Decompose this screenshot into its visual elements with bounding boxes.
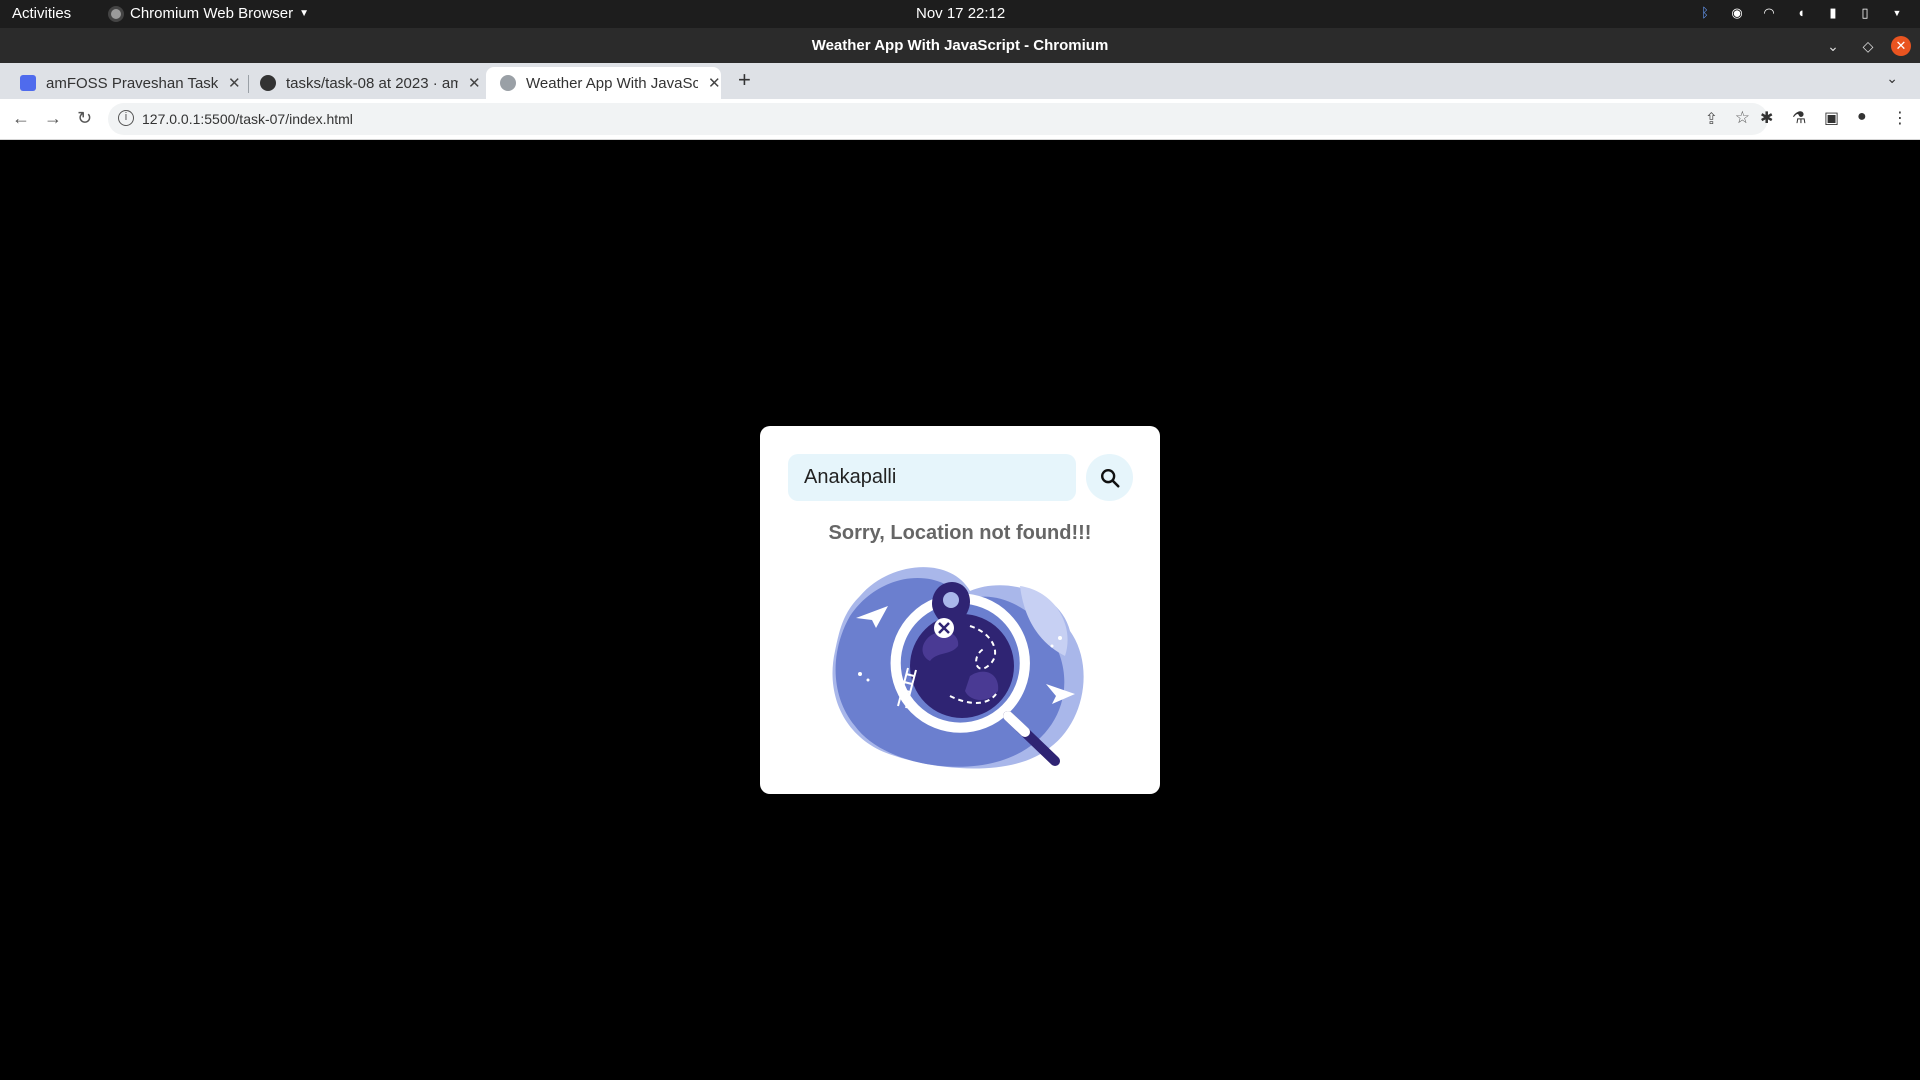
weather-card: Sorry, Location not found!!! (760, 426, 1160, 794)
tab-strip: amFOSS Praveshan Tasks ✕ tasks/task-08 a… (0, 63, 1920, 99)
tab-amfoss-tasks[interactable]: amFOSS Praveshan Tasks ✕ (6, 67, 241, 99)
system-tray[interactable]: ᛒ ◉ ◠ ◖ ▮ ▯ ▼ (1696, 4, 1906, 22)
tab-github[interactable]: tasks/task-08 at 2023 · amFOSS ✕ (246, 67, 481, 99)
error-message: Sorry, Location not found!!! (828, 522, 1092, 544)
system-top-bar: Activities Chromium Web Browser ▼ Nov 17… (0, 0, 1920, 28)
tab-label: amFOSS Praveshan Tasks (46, 74, 218, 92)
close-tab-icon[interactable]: ✕ (708, 74, 721, 92)
wifi-icon[interactable]: ◠ (1760, 4, 1778, 22)
address-bar[interactable]: i 127.0.0.1:5500/task-07/index.html ⇪ ☆ (108, 103, 1768, 135)
forward-icon[interactable]: → (44, 108, 62, 129)
reload-icon[interactable]: ↻ (77, 108, 92, 129)
back-icon[interactable]: ← (12, 108, 30, 129)
globe-icon (500, 75, 516, 91)
minimize-icon[interactable]: ⌄ (1823, 36, 1843, 56)
profile-avatar-icon[interactable]: ● (1857, 108, 1867, 126)
search-button[interactable] (1086, 454, 1133, 501)
search-icon (1100, 468, 1120, 488)
tab-label: Weather App With JavaScript (526, 74, 698, 92)
battery-icon[interactable]: ▯ (1856, 4, 1874, 22)
clock[interactable]: Nov 17 22:12 (916, 5, 1005, 22)
window-title: Weather App With JavaScript - Chromium (811, 37, 1109, 54)
system-menu-caret-icon[interactable]: ▼ (1888, 4, 1906, 22)
activities-button[interactable]: Activities (12, 5, 71, 22)
side-panel-icon[interactable]: ▣ (1824, 108, 1839, 128)
microphone-icon[interactable]: ▮ (1824, 4, 1842, 22)
close-tab-icon[interactable]: ✕ (228, 74, 241, 92)
share-icon[interactable]: ⇪ (1705, 109, 1718, 129)
page-viewport: Sorry, Location not found!!! (0, 141, 1920, 1080)
app-menu[interactable]: Chromium Web Browser ▼ (108, 5, 309, 22)
location-search-input[interactable] (788, 454, 1076, 501)
browser-toolbar: ← → ↻ i 127.0.0.1:5500/task-07/index.htm… (0, 99, 1920, 140)
site-info-icon[interactable]: i (118, 110, 134, 126)
chromium-icon (108, 5, 124, 22)
tab-label: tasks/task-08 at 2023 · amFOSS (286, 74, 458, 92)
window-titlebar: Weather App With JavaScript - Chromium ⌄… (0, 28, 1920, 63)
bluetooth-icon[interactable]: ᛒ (1696, 4, 1714, 22)
tab-weather-app[interactable]: Weather App With JavaScript ✕ (486, 67, 721, 99)
menu-dots-icon[interactable]: ⋮ (1892, 108, 1908, 128)
close-tab-icon[interactable]: ✕ (468, 74, 481, 92)
maximize-icon[interactable]: ◇ (1858, 36, 1878, 56)
volume-icon[interactable]: ◖ (1792, 4, 1810, 22)
github-icon (260, 75, 276, 91)
tab-search-icon[interactable]: ⌄ (1886, 70, 1898, 87)
url-text[interactable]: 127.0.0.1:5500/task-07/index.html (142, 111, 353, 127)
labs-flask-icon[interactable]: ⚗ (1792, 108, 1806, 128)
new-tab-button[interactable]: + (738, 67, 751, 93)
bookmark-star-icon[interactable]: ☆ (1735, 108, 1750, 128)
docs-icon (20, 75, 36, 91)
app-menu-label: Chromium Web Browser (130, 5, 294, 22)
caret-down-icon: ▼ (299, 8, 310, 19)
extensions-icon[interactable]: ✱ (1760, 108, 1773, 128)
location-not-found-illustration (832, 567, 1084, 769)
discord-icon[interactable]: ◉ (1728, 4, 1746, 22)
close-window-icon[interactable]: ✕ (1891, 36, 1911, 56)
